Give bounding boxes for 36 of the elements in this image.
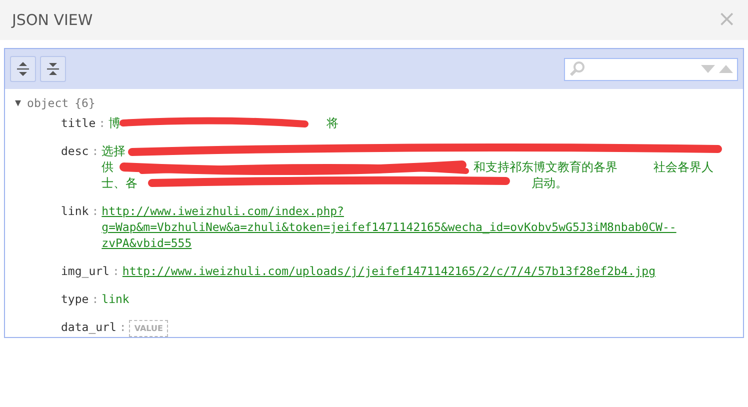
text-fragment: 启动。 (532, 175, 568, 191)
text-fragment: 供 (102, 159, 114, 175)
field-key: type (61, 291, 89, 307)
field-key: link (61, 203, 89, 219)
colon: : (112, 263, 120, 279)
field-key: data_url (61, 319, 116, 335)
colon: : (92, 203, 99, 219)
collapse-all-button[interactable] (40, 56, 66, 82)
url-link[interactable]: http://www.iweizhuli.com/index.php?g=Wap&m=VbzhuliNew&a=zhuli&token=jeifef1471142165&wecha_id=ovKobv5wG5J3iM8nbab0CW--zvPA&vbid=555 (102, 203, 714, 251)
value-input[interactable]: VALUE (129, 320, 168, 337)
text-fragment: 博 (108, 115, 121, 131)
node-count: {6} (74, 96, 96, 110)
text-fragment: 和支持祁东博文教育的各界 (474, 159, 618, 175)
collapse-toggle[interactable]: ▼ (15, 98, 22, 108)
field-value: link (102, 292, 130, 306)
search-icon (569, 61, 585, 77)
text-fragment: 士、各 (102, 175, 138, 191)
field-key: img_url (61, 263, 110, 279)
colon: : (92, 291, 99, 307)
text-fragment: 选择 (102, 143, 126, 159)
colon: : (119, 319, 126, 335)
expand-icon (15, 61, 31, 77)
search-field[interactable] (564, 58, 738, 80)
collapse-icon (45, 61, 61, 77)
colon: : (98, 115, 106, 131)
field-key: title (61, 115, 96, 131)
next-icon[interactable] (701, 65, 715, 73)
window-title: JSON VIEW (12, 11, 93, 29)
colon: : (92, 143, 99, 159)
expand-all-button[interactable] (10, 56, 36, 82)
url-link[interactable]: http://www.iweizhuli.com/uploads/j/jeifef1471142165/2/c/7/4/57b13f28ef2b4.jpg (122, 263, 734, 279)
field-key: desc (61, 143, 89, 159)
text-fragment: 社会各界人 (654, 159, 714, 175)
text-fragment: 将 (326, 115, 339, 131)
node-type: object (27, 96, 69, 110)
previous-icon[interactable] (719, 65, 733, 73)
